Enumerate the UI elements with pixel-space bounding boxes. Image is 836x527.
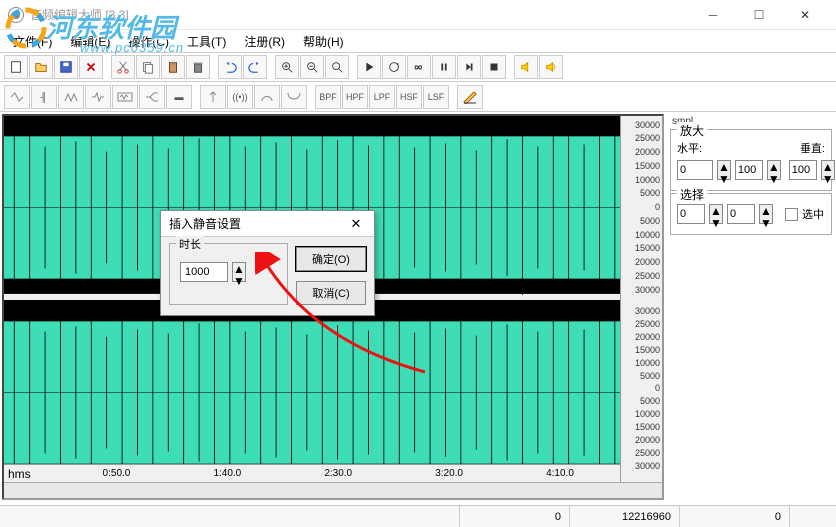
select-end-input[interactable] bbox=[727, 204, 755, 224]
filter-btn-10[interactable] bbox=[254, 85, 280, 109]
app-icon bbox=[8, 7, 24, 23]
loop-button[interactable] bbox=[382, 55, 406, 79]
save-button[interactable] bbox=[54, 55, 78, 79]
time-tick: 2:30.0 bbox=[324, 468, 352, 479]
filter-btn-6[interactable] bbox=[139, 85, 165, 109]
minimize-button[interactable]: ─ bbox=[690, 0, 736, 30]
menu-register[interactable]: 注册(R) bbox=[236, 31, 293, 52]
menu-edit[interactable]: 编辑(E) bbox=[62, 31, 118, 52]
filter-btn-9[interactable]: ((•)) bbox=[227, 85, 253, 109]
ok-button[interactable]: 确定(O) bbox=[296, 247, 366, 271]
dialog-title: 插入静音设置 bbox=[169, 215, 241, 232]
menu-help[interactable]: 帮助(H) bbox=[295, 31, 352, 52]
filter-hpf[interactable]: HPF bbox=[342, 85, 368, 109]
filter-btn-2[interactable]: ╢ bbox=[31, 85, 57, 109]
time-tick: 3:20.0 bbox=[435, 468, 463, 479]
status-pos3: 0 bbox=[680, 506, 790, 527]
speaker-left-button[interactable] bbox=[514, 55, 538, 79]
time-unit-label: hms bbox=[8, 467, 31, 481]
amplitude-ruler: 3000025000200001500010000500005000100001… bbox=[620, 116, 662, 482]
zoom-v-input[interactable] bbox=[789, 160, 817, 180]
step-button[interactable] bbox=[457, 55, 481, 79]
cut-button[interactable] bbox=[111, 55, 135, 79]
zoom-h-max-input[interactable] bbox=[735, 160, 763, 180]
duration-input[interactable] bbox=[180, 262, 228, 282]
filter-bpf[interactable]: BPF bbox=[315, 85, 341, 109]
filter-draw-button[interactable] bbox=[457, 85, 483, 109]
duration-group: 时长 ▲▼ bbox=[169, 243, 288, 305]
zoom-v-spinner[interactable]: ▲▼ bbox=[821, 160, 835, 180]
vertical-label: 垂直: bbox=[800, 140, 825, 156]
window-title: 音频编辑大师 [3.3] bbox=[30, 6, 129, 23]
zoom-group-label: 放大 bbox=[677, 122, 707, 139]
filter-btn-7[interactable]: ▬ bbox=[166, 85, 192, 109]
select-start-spinner[interactable]: ▲▼ bbox=[709, 204, 723, 224]
zoom-h-max-spinner[interactable]: ▲▼ bbox=[767, 160, 781, 180]
filter-btn-3[interactable] bbox=[58, 85, 84, 109]
zoom-group: 放大 水平: 垂直: ▲▼ ▲▼ ▲▼ bbox=[670, 129, 832, 191]
open-button[interactable] bbox=[29, 55, 53, 79]
status-pos2: 12216960 bbox=[570, 506, 680, 527]
close-button[interactable]: ✕ bbox=[782, 0, 828, 30]
select-group: 选择 ▲▼ ▲▼ 选中 bbox=[670, 193, 832, 235]
undo-button[interactable] bbox=[218, 55, 242, 79]
toolbar-main bbox=[0, 52, 836, 82]
new-button[interactable] bbox=[4, 55, 28, 79]
filter-hsf[interactable]: HSF bbox=[396, 85, 422, 109]
duration-label: 时长 bbox=[176, 236, 204, 252]
zoom-h-input[interactable] bbox=[677, 160, 713, 180]
window-titlebar: 音频编辑大师 [3.3] ─ ☐ ✕ bbox=[0, 0, 836, 30]
select-start-input[interactable] bbox=[677, 204, 705, 224]
menu-tool[interactable]: 工具(T) bbox=[179, 31, 234, 52]
horizontal-scrollbar[interactable] bbox=[4, 482, 662, 498]
zoom-out-button[interactable] bbox=[300, 55, 324, 79]
zoom-fit-button[interactable] bbox=[325, 55, 349, 79]
filter-btn-1[interactable] bbox=[4, 85, 30, 109]
pause-button[interactable] bbox=[432, 55, 456, 79]
horizontal-label: 水平: bbox=[677, 140, 702, 156]
cancel-button[interactable]: 取消(C) bbox=[296, 281, 366, 305]
copy-button[interactable] bbox=[136, 55, 160, 79]
statusbar: 0 12216960 0 bbox=[0, 505, 836, 527]
filter-btn-11[interactable] bbox=[281, 85, 307, 109]
play-button[interactable] bbox=[357, 55, 381, 79]
select-group-label: 选择 bbox=[677, 186, 707, 203]
speaker-right-button[interactable] bbox=[539, 55, 563, 79]
select-checkbox-label: 选中 bbox=[802, 206, 824, 222]
filter-lsf[interactable]: LSF bbox=[423, 85, 449, 109]
time-tick: 1:40.0 bbox=[213, 468, 241, 479]
zoom-in-button[interactable] bbox=[275, 55, 299, 79]
infinity-button[interactable] bbox=[407, 55, 431, 79]
menu-file[interactable]: 文件(F) bbox=[5, 31, 60, 52]
dialog-close-button[interactable]: ✕ bbox=[346, 214, 366, 234]
redo-button[interactable] bbox=[243, 55, 267, 79]
time-tick: 4:10.0 bbox=[546, 468, 574, 479]
paste-button[interactable] bbox=[161, 55, 185, 79]
select-end-spinner[interactable]: ▲▼ bbox=[759, 204, 773, 224]
select-checkbox[interactable] bbox=[785, 208, 798, 221]
filter-btn-4[interactable] bbox=[85, 85, 111, 109]
delete-button[interactable] bbox=[186, 55, 210, 79]
time-tick: 0:50.0 bbox=[103, 468, 131, 479]
filter-lpf[interactable]: LPF bbox=[369, 85, 395, 109]
stop-button[interactable] bbox=[482, 55, 506, 79]
filter-btn-8[interactable] bbox=[200, 85, 226, 109]
toolbar-filters: ╢ ▬ ((•)) BPF HPF LPF HSF LSF bbox=[0, 82, 836, 112]
close-file-button[interactable] bbox=[79, 55, 103, 79]
time-ruler: hms 0:50.0 1:40.0 2:30.0 3:20.0 4:10.0 bbox=[4, 464, 620, 482]
zoom-h-spinner[interactable]: ▲▼ bbox=[717, 160, 731, 180]
status-pos1: 0 bbox=[460, 506, 570, 527]
menubar: 文件(F) 编辑(E) 操作(C) 工具(T) 注册(R) 帮助(H) bbox=[0, 30, 836, 52]
maximize-button[interactable]: ☐ bbox=[736, 0, 782, 30]
menu-operate[interactable]: 操作(C) bbox=[120, 31, 177, 52]
insert-silence-dialog: 插入静音设置 ✕ 时长 ▲▼ 确定(O) 取消(C) bbox=[160, 210, 375, 316]
duration-spinner[interactable]: ▲▼ bbox=[232, 262, 246, 282]
filter-btn-5[interactable] bbox=[112, 85, 138, 109]
side-panel: smpl 放大 水平: 垂直: ▲▼ ▲▼ ▲▼ 选择 ▲▼ bbox=[666, 112, 836, 502]
